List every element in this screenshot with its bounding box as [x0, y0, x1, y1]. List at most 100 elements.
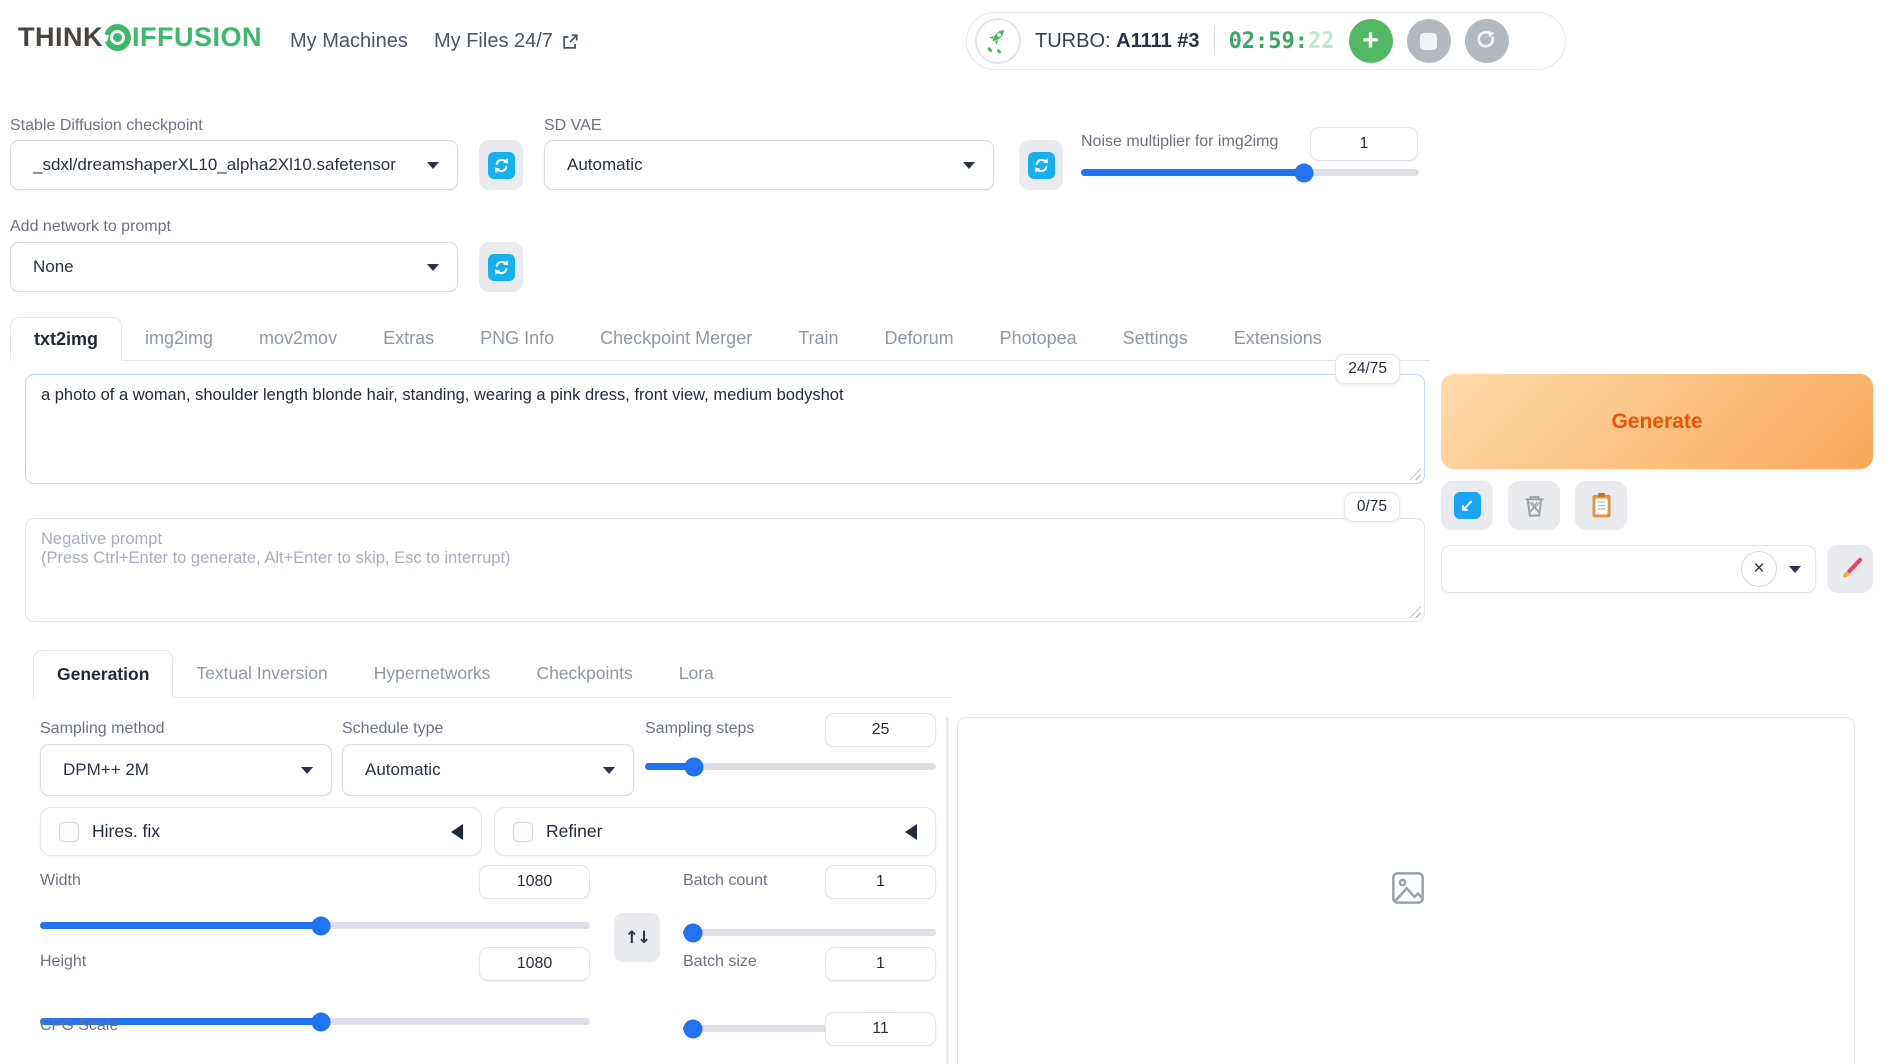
- sampling-steps-label: Sampling steps: [645, 720, 755, 737]
- swap-arrows-icon: ↑↓: [624, 927, 651, 948]
- pill-divider: [1213, 26, 1215, 56]
- chevron-down-icon: [301, 766, 313, 774]
- chevron-down-icon: [1789, 565, 1801, 573]
- slider-thumb[interactable]: [1294, 163, 1314, 182]
- tab-photopea[interactable]: Photopea: [977, 317, 1100, 360]
- stop-machine-button[interactable]: [1406, 19, 1451, 63]
- batch-size-label: Batch size: [683, 953, 757, 970]
- noise-multiplier-label: Noise multiplier for img2img: [1081, 133, 1279, 150]
- hires-fix-accordion[interactable]: Hires. fix: [40, 807, 482, 856]
- refresh-icon: [1027, 151, 1055, 179]
- tab-hypernetworks[interactable]: Hypernetworks: [351, 650, 514, 697]
- session-timer: 02:59:22: [1229, 29, 1335, 54]
- chevron-down-icon: [427, 263, 439, 271]
- width-label: Width: [40, 872, 81, 889]
- logo-think-text: THINK: [18, 22, 103, 52]
- tab-checkpoint-merger[interactable]: Checkpoint Merger: [577, 317, 775, 360]
- checkpoint-value: _sdxl/dreamshaperXL10_alpha2Xl10.safeten…: [33, 155, 396, 174]
- collapse-left-icon: [451, 823, 463, 840]
- cfg-scale-input[interactable]: [825, 1012, 936, 1046]
- tab-generation[interactable]: Generation: [33, 650, 174, 698]
- nav-my-files-label: My Files 24/7: [434, 30, 553, 52]
- negative-token-counter: 0/75: [1343, 492, 1400, 522]
- nav-my-machines-label: My Machines: [290, 30, 408, 52]
- sampling-method-value: DPM++ 2M: [63, 760, 149, 779]
- apply-styles-button[interactable]: [1575, 481, 1627, 530]
- negative-prompt-textarea[interactable]: [25, 518, 1425, 622]
- swap-dimensions-button[interactable]: ↑↓: [614, 913, 660, 962]
- noise-multiplier-input[interactable]: [1310, 127, 1418, 161]
- hires-fix-checkbox[interactable]: [59, 821, 79, 842]
- batch-count-input[interactable]: [825, 865, 936, 899]
- add-time-button[interactable]: +: [1348, 19, 1393, 63]
- chevron-down-icon: [963, 161, 975, 169]
- paintbrush-icon: [1837, 556, 1864, 583]
- schedule-type-select[interactable]: Automatic: [342, 744, 634, 796]
- hires-fix-label: Hires. fix: [92, 821, 161, 841]
- tab-extras[interactable]: Extras: [360, 317, 457, 360]
- schedule-type-value: Automatic: [365, 760, 441, 779]
- column-resize-handle: [946, 717, 949, 1064]
- slider-thumb[interactable]: [684, 757, 704, 776]
- turbo-rocket-icon: [975, 18, 1021, 64]
- tab-checkpoints[interactable]: Checkpoints: [513, 650, 655, 697]
- timer-seconds: 22: [1308, 28, 1335, 54]
- add-network-select[interactable]: None: [10, 242, 458, 292]
- sampling-method-label: Sampling method: [40, 720, 165, 737]
- refresh-vae-button[interactable]: [1019, 140, 1063, 190]
- tab-lora[interactable]: Lora: [656, 650, 737, 697]
- refresh-icon: [487, 253, 515, 281]
- refiner-checkbox[interactable]: [513, 821, 533, 842]
- tab-textual-inversion[interactable]: Textual Inversion: [173, 650, 350, 697]
- generate-button[interactable]: Generate: [1441, 374, 1873, 469]
- slider-thumb[interactable]: [311, 916, 330, 935]
- nav-my-machines[interactable]: My Machines: [290, 30, 408, 53]
- vae-select[interactable]: Automatic: [544, 140, 994, 190]
- logo-d-icon: [104, 24, 131, 51]
- prompt-textarea[interactable]: a photo of a woman, shoulder length blon…: [25, 374, 1425, 484]
- refresh-checkpoints-button[interactable]: [479, 140, 523, 190]
- machine-name: TURBO: A1111 #3: [1035, 30, 1200, 53]
- refresh-icon: [487, 151, 515, 179]
- tab-png-info[interactable]: PNG Info: [457, 317, 577, 360]
- refresh-networks-button[interactable]: [479, 242, 523, 292]
- tab-mov2mov[interactable]: mov2mov: [236, 317, 360, 360]
- prompt-container: a photo of a woman, shoulder length blon…: [25, 354, 1425, 484]
- sampling-steps-input[interactable]: [825, 713, 936, 747]
- clear-prompt-button[interactable]: [1508, 481, 1560, 530]
- arrow-down-left-icon: ↙: [1453, 492, 1481, 519]
- restart-machine-button[interactable]: [1464, 19, 1509, 63]
- noise-multiplier-slider[interactable]: [1081, 163, 1419, 182]
- slider-thumb[interactable]: [311, 1012, 330, 1031]
- tab-deforum[interactable]: Deforum: [862, 317, 977, 360]
- chevron-down-icon: [603, 766, 615, 774]
- negative-prompt-container: 0/75: [25, 492, 1425, 622]
- read-parameters-button[interactable]: ↙: [1441, 481, 1493, 530]
- tab-img2img[interactable]: img2img: [122, 317, 236, 360]
- sampling-method-select[interactable]: DPM++ 2M: [40, 744, 332, 796]
- batch-count-slider[interactable]: [683, 923, 936, 942]
- machine-mode-label: TURBO:: [1035, 29, 1111, 52]
- checkpoint-select[interactable]: _sdxl/dreamshaperXL10_alpha2Xl10.safeten…: [10, 140, 458, 190]
- refiner-accordion[interactable]: Refiner: [494, 807, 936, 856]
- tab-extensions[interactable]: Extensions: [1211, 317, 1345, 360]
- tab-settings[interactable]: Settings: [1100, 317, 1211, 360]
- generation-tabbar: Generation Textual Inversion Hypernetwor…: [33, 650, 952, 698]
- tab-train[interactable]: Train: [775, 317, 861, 360]
- clear-selection-icon[interactable]: ×: [1741, 551, 1777, 587]
- height-slider[interactable]: [40, 1012, 590, 1031]
- edit-styles-button[interactable]: [1827, 545, 1873, 593]
- styles-select[interactable]: ×: [1441, 545, 1816, 593]
- height-input[interactable]: [479, 947, 590, 981]
- sampling-steps-slider[interactable]: [645, 757, 936, 776]
- nav-my-files[interactable]: My Files 24/7: [434, 30, 579, 53]
- slider-thumb[interactable]: [683, 1019, 703, 1038]
- width-input[interactable]: [479, 865, 590, 899]
- slider-thumb[interactable]: [683, 923, 703, 942]
- thinkdiffusion-a1111-page: THINK IFFUSION My Machines My Files 24/7: [0, 0, 1888, 1064]
- batch-size-input[interactable]: [825, 947, 936, 981]
- chevron-down-icon: [427, 161, 439, 169]
- width-slider[interactable]: [40, 916, 590, 935]
- clipboard-icon: [1589, 492, 1614, 519]
- tab-txt2img[interactable]: txt2img: [10, 317, 123, 361]
